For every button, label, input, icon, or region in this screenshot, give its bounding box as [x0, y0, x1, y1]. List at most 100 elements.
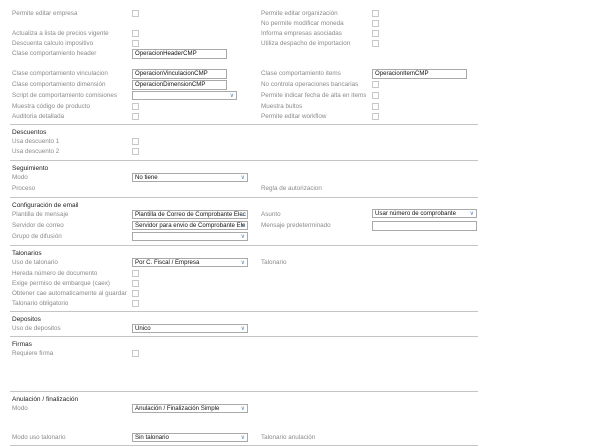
- auditoria-detallada-label: Auditoria detallada: [12, 113, 65, 120]
- section-divider: [10, 160, 478, 161]
- clase-comportamiento-header-input[interactable]: OperacionHeaderCMP: [132, 49, 227, 59]
- chevron-down-icon: ∨: [240, 223, 245, 229]
- exige-permiso-embarque-checkbox[interactable]: [132, 280, 139, 287]
- no-permite-modificar-moneda-label: No permite modificar moneda: [261, 20, 344, 27]
- clase-comportamiento-dimension-input[interactable]: OperacionDimensionCMP: [132, 80, 227, 90]
- mensaje-predeterminado-input[interactable]: [372, 221, 477, 231]
- section-divider: [10, 336, 478, 337]
- permite-indicar-fecha-alta-label: Permite indicar fecha de alta en items: [261, 92, 367, 99]
- descuenta-calculo-impositivo-label: Descuenta calculo impositivo: [12, 40, 94, 47]
- permite-indicar-fecha-alta-checkbox[interactable]: [372, 92, 379, 99]
- clase-comportamiento-dimension-label: Clase comportamiento dimensión: [12, 81, 106, 88]
- uso-depositos-select[interactable]: Único ∨: [132, 324, 248, 333]
- descuentos-section-title: Descuentos: [12, 129, 47, 136]
- permite-editar-empresa-checkbox[interactable]: [132, 10, 139, 17]
- no-controla-operaciones-bancarias-label: No controla operaciones bancarias: [261, 81, 359, 88]
- talonarios-section-title: Talonarios: [12, 250, 42, 257]
- clase-comportamiento-vinculacion-input[interactable]: OperacionVinculacionCMP: [132, 69, 227, 79]
- chevron-down-icon: ∨: [240, 234, 245, 240]
- firmas-section-title: Firmas: [12, 341, 32, 348]
- muestra-bultos-label: Muestra bultos: [261, 103, 303, 110]
- muestra-bultos-checkbox[interactable]: [372, 103, 379, 110]
- informa-empresas-asociadas-label: Informa empresas asociadas: [261, 30, 342, 37]
- asunto-select[interactable]: Usar número de comprobante ∨: [372, 209, 477, 218]
- seguimiento-modo-label: Modo: [12, 174, 28, 181]
- script-comportamiento-comisiones-select[interactable]: ∨: [132, 91, 237, 100]
- clase-comportamiento-items-input[interactable]: OperacionItemCMP: [372, 69, 467, 79]
- talonario-label: Talonario: [261, 259, 287, 266]
- anulacion-modo-select[interactable]: Anulación / Finalización Simple ∨: [132, 404, 248, 413]
- seguimiento-modo-value: No tiene: [135, 174, 158, 181]
- uso-talonario-value: Por C. Fiscal / Empresa: [135, 259, 200, 266]
- regla-autorizacion-label: Regla de autorizacion: [261, 185, 322, 192]
- section-divider: [10, 245, 478, 246]
- grupo-difusion-label: Grupo de difusión: [12, 233, 62, 240]
- permite-editar-workflow-checkbox[interactable]: [372, 113, 379, 120]
- usa-descuento-1-label: Usa descuento 1: [12, 138, 60, 145]
- clase-comportamiento-vinculacion-label: Clase comportamiento vinculacion: [12, 70, 108, 77]
- chevron-down-icon: ∨: [229, 93, 234, 99]
- depositos-section-title: Depositos: [12, 316, 41, 323]
- proceso-label: Proceso: [12, 185, 36, 192]
- usa-descuento-1-checkbox[interactable]: [132, 138, 139, 145]
- chevron-down-icon: ∨: [469, 211, 474, 217]
- obtener-cae-label: Obtener cae automaticamente al guardar: [12, 290, 127, 297]
- informa-empresas-asociadas-checkbox[interactable]: [372, 30, 379, 37]
- servidor-correo-select[interactable]: Servidor para envio de Comprobante Ele ∨: [132, 221, 248, 230]
- servidor-correo-value: Servidor para envio de Comprobante Ele: [135, 222, 246, 229]
- auditoria-detallada-checkbox[interactable]: [132, 113, 139, 120]
- plantilla-mensaje-value: Plantilla de Correo de Comprobante Elec: [135, 211, 246, 218]
- asunto-value: Usar número de comprobante: [375, 210, 456, 217]
- chevron-down-icon: ∨: [240, 435, 245, 441]
- muestra-codigo-producto-label: Muestra código de producto: [12, 103, 91, 110]
- chevron-down-icon: ∨: [240, 175, 245, 181]
- uso-depositos-label: Uso de depositos: [12, 325, 61, 332]
- clase-comportamiento-header-label: Clase comportamiento header: [12, 50, 97, 57]
- anulacion-section-title: Anulación / finalización: [12, 396, 79, 403]
- seguimiento-section-title: Seguimiento: [12, 165, 49, 172]
- grupo-difusion-select[interactable]: ∨: [132, 232, 248, 241]
- uso-talonario-label: Uso de talonario: [12, 259, 58, 266]
- permite-editar-empresa-label: Permite editar empresa: [12, 10, 78, 17]
- modo-uso-talonario-value: Sin talonario: [135, 434, 169, 441]
- muestra-codigo-producto-checkbox[interactable]: [132, 103, 139, 110]
- anulacion-modo-value: Anulación / Finalización Simple: [135, 405, 220, 412]
- descuenta-calculo-impositivo-checkbox[interactable]: [132, 40, 139, 47]
- clase-comportamiento-items-label: Clase comportamiento items: [261, 70, 341, 77]
- talonario-obligatorio-label: Talonario obligatorio: [12, 300, 69, 307]
- section-divider: [10, 311, 478, 312]
- plantilla-mensaje-label: Plantilla de mensaje: [12, 211, 69, 218]
- servidor-correo-label: Servidor de correo: [12, 222, 64, 229]
- permite-editar-organizacion-checkbox[interactable]: [372, 10, 379, 17]
- permite-editar-organizacion-label: Permite editar organización: [261, 10, 338, 17]
- usa-descuento-2-checkbox[interactable]: [132, 148, 139, 155]
- utiliza-despacho-importacion-checkbox[interactable]: [372, 40, 379, 47]
- hereda-numero-documento-label: Hereda número de documento: [12, 270, 98, 277]
- chevron-down-icon: ∨: [240, 406, 245, 412]
- section-divider: [10, 391, 478, 392]
- exige-permiso-embarque-label: Exige permiso de embarque (caex): [12, 280, 110, 287]
- no-permite-modificar-moneda-checkbox[interactable]: [372, 20, 379, 27]
- permite-editar-workflow-label: Permite editar workflow: [261, 113, 327, 120]
- talonario-obligatorio-checkbox[interactable]: [132, 300, 139, 307]
- anulacion-modo-label: Modo: [12, 405, 28, 412]
- usa-descuento-2-label: Usa descuento 2: [12, 148, 60, 155]
- uso-depositos-value: Único: [135, 325, 151, 332]
- modo-uso-talonario-select[interactable]: Sin talonario ∨: [132, 433, 248, 442]
- chevron-down-icon: ∨: [240, 260, 245, 266]
- hereda-numero-documento-checkbox[interactable]: [132, 270, 139, 277]
- plantilla-mensaje-select[interactable]: Plantilla de Correo de Comprobante Elec ∨: [132, 210, 248, 219]
- section-divider: [10, 197, 478, 198]
- requiere-firma-checkbox[interactable]: [132, 350, 139, 357]
- uso-talonario-select[interactable]: Por C. Fiscal / Empresa ∨: [132, 258, 248, 267]
- seguimiento-modo-select[interactable]: No tiene ∨: [132, 173, 248, 182]
- obtener-cae-checkbox[interactable]: [132, 290, 139, 297]
- modo-uso-talonario-label: Modo uso talonario: [12, 434, 66, 441]
- requiere-firma-label: Requiere firma: [12, 350, 54, 357]
- actualiza-lista-precios-checkbox[interactable]: [132, 30, 139, 37]
- no-controla-operaciones-bancarias-checkbox[interactable]: [372, 81, 379, 88]
- talonario-anulacion-label: Talonario anulación: [261, 434, 316, 441]
- section-divider: [10, 124, 478, 125]
- mensaje-predeterminado-label: Mensaje predeterminado: [261, 222, 331, 229]
- utiliza-despacho-importacion-label: Utiliza despacho de importacion: [261, 40, 351, 47]
